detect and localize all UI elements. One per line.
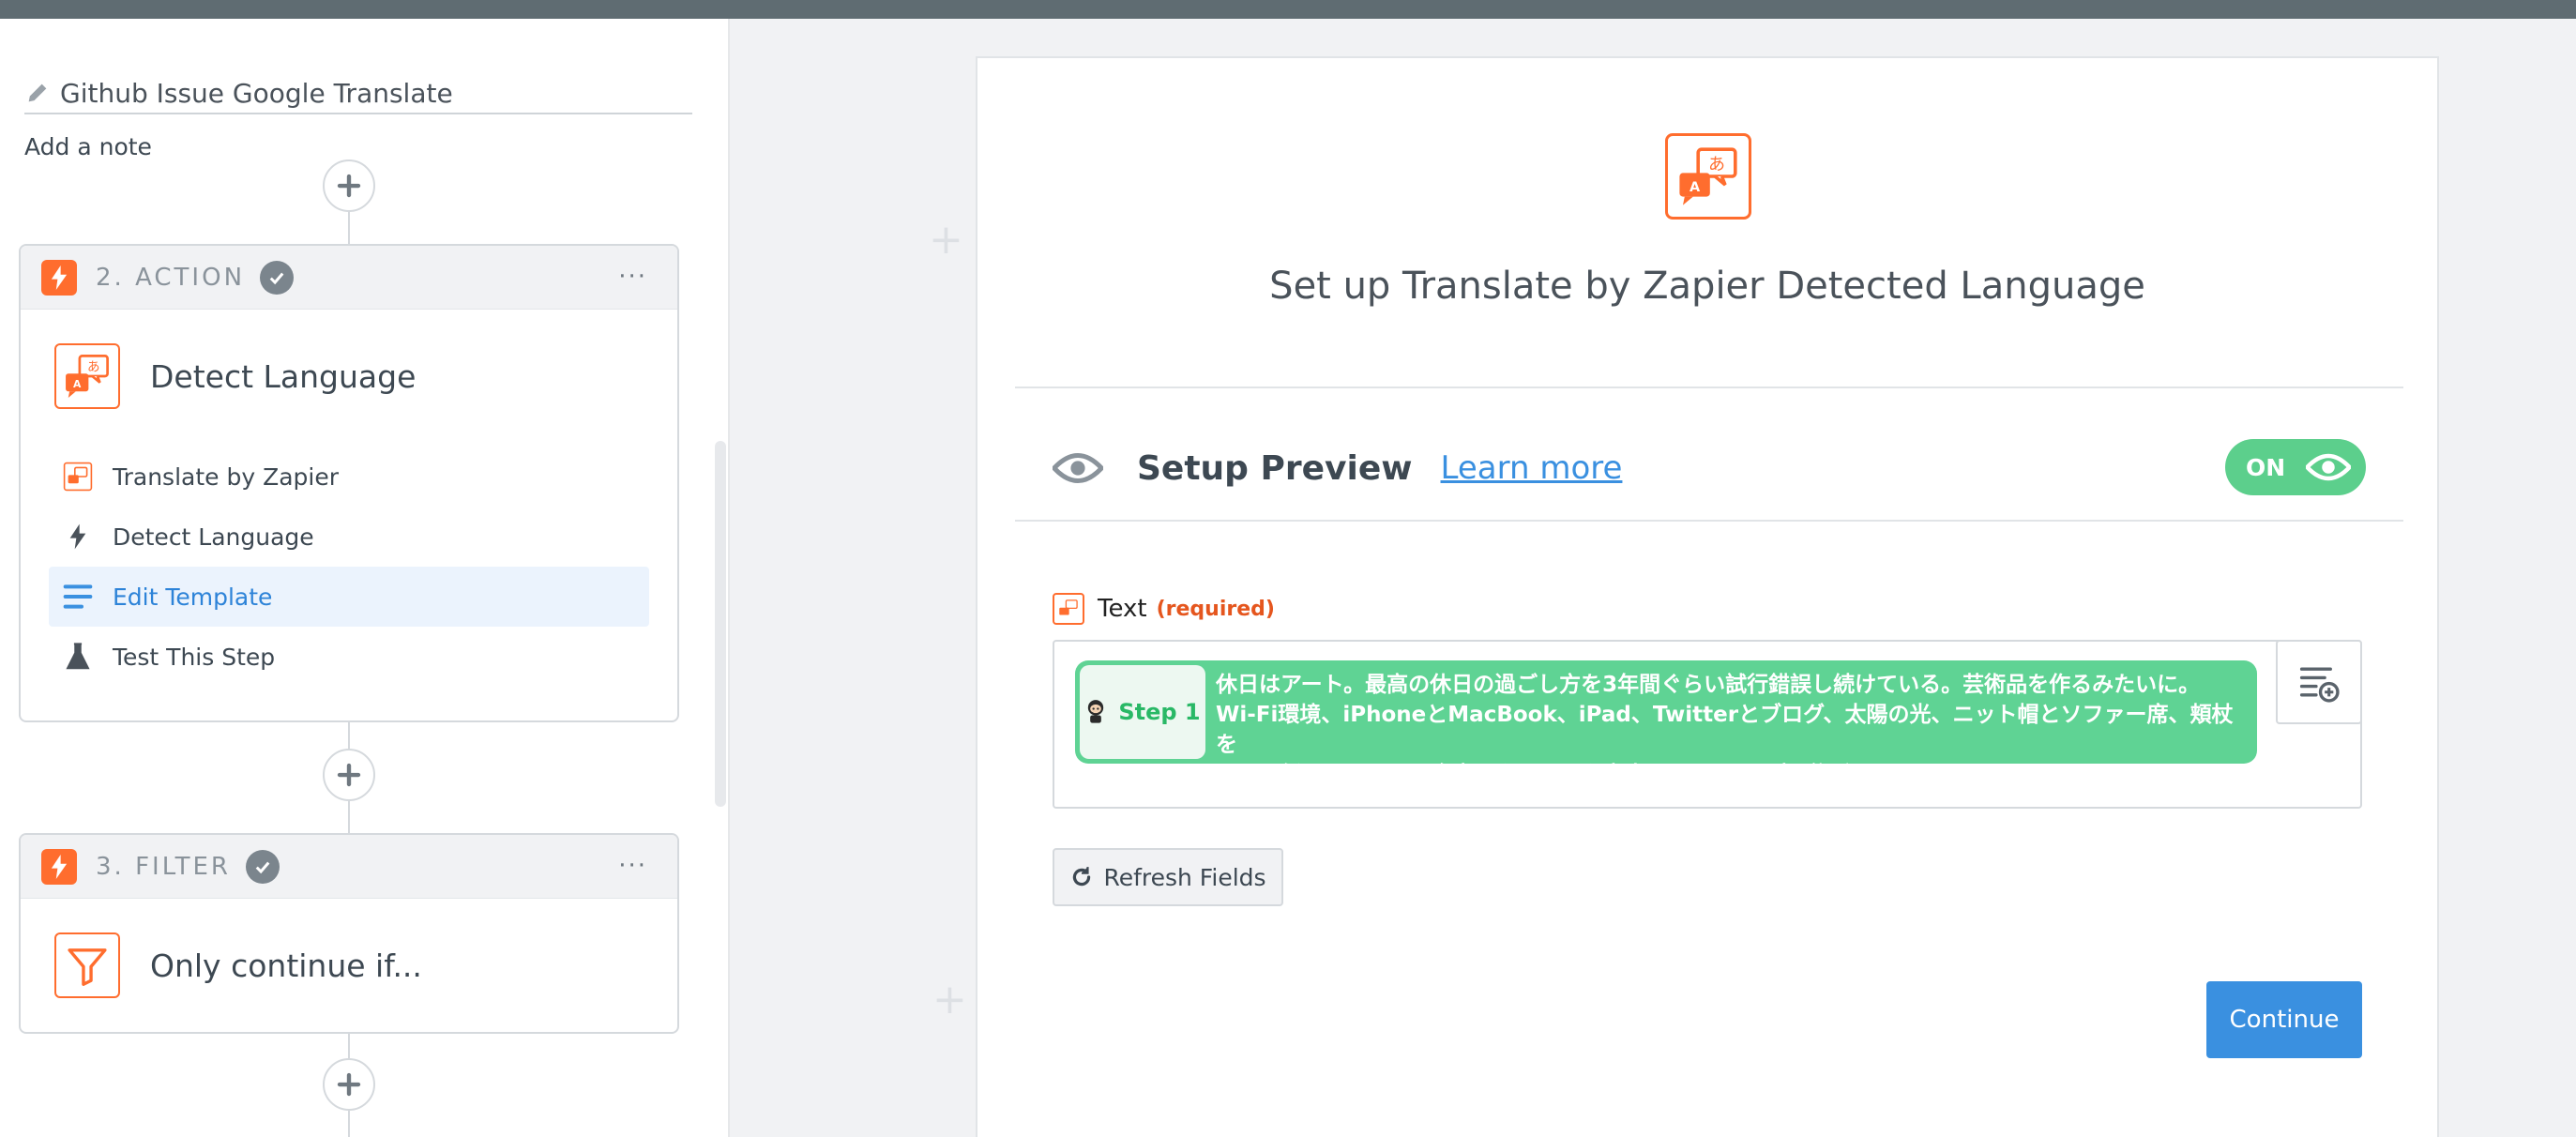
menu-item-label: Test This Step — [113, 643, 276, 671]
add-note-link[interactable]: Add a note — [24, 133, 152, 160]
setup-panel: あ A Set up Translate by Zapier Detected … — [976, 56, 2439, 1137]
eye-icon — [2306, 453, 2352, 481]
add-step-button[interactable] — [323, 1058, 375, 1111]
bolt-icon — [41, 848, 77, 885]
template-lines-icon — [62, 581, 94, 613]
page-title: Set up Translate by Zapier Detected Lang… — [1269, 265, 2145, 308]
more-options-button[interactable]: ··· — [618, 263, 647, 291]
learn-more-link[interactable]: Learn more — [1441, 449, 1623, 487]
refresh-icon — [1073, 867, 1091, 887]
decorative-plus-icon: + — [932, 976, 967, 1023]
filter-step-card[interactable]: 3. FILTER ··· Only continue if... — [19, 833, 679, 1034]
sidebar: Github Issue Google Translate Add a note… — [0, 19, 730, 1137]
divider — [1015, 387, 2403, 388]
step-label: 3. FILTER — [96, 852, 231, 881]
zap-name: Github Issue Google Translate — [60, 77, 453, 109]
zap-name-field[interactable]: Github Issue Google Translate — [24, 73, 692, 114]
action-app-name: Detect Language — [150, 357, 417, 395]
filter-step-header: 3. FILTER ··· — [21, 835, 677, 899]
list-add-icon — [2299, 667, 2340, 703]
plus-icon — [337, 174, 361, 198]
plus-icon — [337, 1072, 361, 1097]
refresh-fields-button[interactable]: Refresh Fields — [1053, 848, 1283, 906]
top-bar — [0, 0, 2576, 19]
add-step-button[interactable] — [323, 749, 375, 801]
setup-preview-row: Setup Preview Learn more ON — [1053, 426, 2366, 510]
check-icon — [245, 849, 280, 884]
setup-preview-label: Setup Preview — [1137, 448, 1413, 488]
menu-item-test-this-step[interactable]: Test This Step — [49, 627, 649, 687]
translate-app-icon — [62, 461, 94, 493]
translate-app-icon: あ A — [1665, 133, 1751, 220]
bolt-icon — [62, 521, 94, 553]
translate-app-icon: あ A — [54, 343, 120, 409]
action-app: あ A Detect Language — [21, 310, 677, 409]
mapped-field-value: 休日はアート。最高の休日の過ごし方を3年間ぐらい試行錯誤し続けている。芸術品を作… — [1216, 673, 2234, 764]
menu-item-label: Translate by Zapier — [113, 462, 339, 491]
text-field-input[interactable]: Step 1 休日はアート。最高の休日の過ごし方を3年間ぐらい試行錯誤し続けてい… — [1053, 640, 2362, 809]
github-octocat-icon — [1088, 700, 1104, 723]
divider — [1015, 520, 2403, 522]
action-step-card[interactable]: 2. ACTION ··· あ A Detect Language Transl… — [19, 244, 679, 722]
filter-app: Only continue if... — [21, 899, 677, 998]
toggle-state: ON — [2246, 453, 2286, 481]
flask-icon — [62, 641, 94, 673]
check-icon — [260, 260, 295, 295]
filter-app-name: Only continue if... — [150, 947, 422, 984]
sidebar-scrollbar[interactable] — [715, 441, 726, 807]
menu-item-edit-template[interactable]: Edit Template — [49, 567, 649, 627]
action-step-header: 2. ACTION ··· — [21, 246, 677, 310]
text-field-label: Text (required) — [1053, 593, 1275, 625]
svg-text:A: A — [1690, 180, 1701, 195]
decorative-plus-icon: + — [929, 216, 963, 264]
mapped-field-pill[interactable]: Step 1 休日はアート。最高の休日の過ごし方を3年間ぐらい試行錯誤し続けてい… — [1075, 660, 2257, 764]
filter-funnel-icon — [54, 932, 120, 998]
plus-icon — [337, 763, 361, 787]
bolt-icon — [41, 259, 77, 296]
required-marker: (required) — [1156, 597, 1275, 621]
svg-text:あ: あ — [87, 360, 100, 375]
menu-item-label: Detect Language — [113, 523, 314, 551]
menu-item-translate-by-zapier[interactable]: Translate by Zapier — [49, 447, 649, 507]
svg-text:A: A — [73, 378, 82, 390]
refresh-fields-label: Refresh Fields — [1103, 863, 1266, 891]
eye-icon — [1053, 453, 1103, 483]
action-step-menu: Translate by Zapier Detect Language Edit… — [21, 447, 677, 687]
preview-toggle[interactable]: ON — [2225, 439, 2366, 495]
field-label-text: Text — [1098, 595, 1147, 623]
svg-text:あ: あ — [1708, 155, 1725, 174]
step-1-tag: Step 1 — [1080, 665, 1205, 759]
menu-item-detect-language[interactable]: Detect Language — [49, 507, 649, 567]
more-options-button[interactable]: ··· — [618, 852, 647, 880]
pencil-icon — [28, 83, 47, 102]
translate-app-icon — [1053, 593, 1084, 625]
add-step-button[interactable] — [323, 159, 375, 212]
insert-data-button[interactable] — [2276, 640, 2362, 724]
step-1-label: Step 1 — [1118, 699, 1201, 725]
menu-item-label: Edit Template — [113, 583, 273, 611]
continue-button[interactable]: Continue — [2206, 981, 2362, 1058]
step-label: 2. ACTION — [96, 263, 246, 292]
